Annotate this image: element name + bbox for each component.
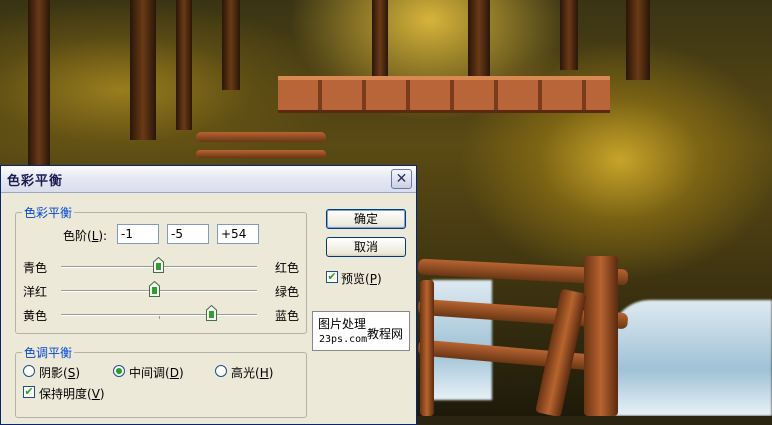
shadows-label[interactable]: 阴影(S) (39, 364, 80, 381)
tree-trunk (468, 0, 490, 80)
close-button[interactable]: ✕ (391, 169, 412, 189)
railing (196, 132, 326, 142)
tone-balance-group: 色调平衡 (15, 344, 307, 418)
tree-trunk (560, 0, 578, 70)
slider-magenta-label: 洋红 (23, 285, 48, 299)
preserve-luminosity-text: 保持明度 (39, 387, 88, 401)
dialog-titlebar[interactable]: 色彩平衡 ✕ (1, 166, 416, 193)
tree-trunk (176, 0, 192, 130)
preview-checkbox[interactable]: ✔ (326, 271, 338, 283)
watermark-line1: 图片处理 (318, 317, 367, 331)
waterfall (432, 280, 492, 400)
levels-label-text: 色阶( (63, 229, 92, 243)
waterfall (610, 300, 772, 416)
yellow-blue-slider-track[interactable] (61, 314, 257, 319)
close-icon: ✕ (395, 171, 408, 187)
cancel-button[interactable]: 取消 (326, 237, 406, 257)
magenta-green-slider-thumb[interactable] (148, 281, 160, 297)
dialog-title: 色彩平衡 (7, 173, 64, 189)
slider-center-tick (159, 316, 160, 319)
slider-red-label: 红色 (275, 261, 300, 275)
ok-button[interactable]: 确定 (326, 209, 406, 229)
color-balance-legend: 色彩平衡 (24, 206, 73, 220)
midtones-label[interactable]: 中间调(D) (129, 364, 184, 381)
midtones-text: 中间调 (129, 366, 166, 380)
railing-post (420, 280, 434, 416)
shadows-radio[interactable] (23, 365, 35, 377)
levels-label-suffix: ): (98, 229, 108, 243)
preserve-luminosity-label[interactable]: 保持明度(V) (39, 385, 105, 402)
watermark-line2: 教程网 (367, 327, 404, 341)
preserve-luminosity-checkbox[interactable]: ✔ (23, 386, 35, 398)
slider-yellow-label: 黄色 (23, 309, 48, 323)
highlights-label[interactable]: 高光(H) (231, 364, 273, 381)
midtones-accesskey: D (169, 366, 179, 380)
site-watermark: 图片处理 教程网 23ps.com (312, 311, 410, 351)
preview-text: 预览 (341, 272, 366, 286)
tree-trunk (222, 0, 240, 90)
tree-trunk (130, 0, 156, 140)
highlights-text: 高光 (231, 366, 256, 380)
shadows-text: 阴影 (39, 366, 64, 380)
railing (196, 150, 326, 158)
level-yellow-blue-input[interactable]: +54 (217, 224, 259, 244)
level-cyan-red-input[interactable]: -1 (117, 224, 159, 244)
midtones-radio[interactable] (113, 365, 125, 377)
railing-post (584, 256, 618, 416)
tree-trunk (626, 0, 650, 80)
level-magenta-green-input[interactable]: -5 (167, 224, 209, 244)
wooden-bridge (278, 76, 610, 113)
preserve-luminosity-accesskey: V (91, 387, 100, 401)
tree-trunk (28, 0, 50, 170)
preview-label[interactable]: 预览(P) (341, 270, 382, 287)
highlights-radio[interactable] (215, 365, 227, 377)
levels-label: 色阶(L): (63, 227, 107, 244)
color-balance-dialog: 色彩平衡 ✕ 色彩平衡 色阶(L): -1 -5 +54 青色 红色 洋红 绿色… (0, 165, 417, 425)
cyan-red-slider-thumb[interactable] (152, 257, 164, 273)
watermark-line3: 23ps.com (319, 334, 368, 345)
tone-balance-legend: 色调平衡 (24, 346, 73, 360)
yellow-blue-slider-thumb[interactable] (206, 305, 218, 321)
slider-green-label: 绿色 (275, 285, 300, 299)
shadows-accesskey: S (67, 366, 76, 380)
slider-cyan-label: 青色 (23, 261, 48, 275)
slider-blue-label: 蓝色 (275, 309, 300, 323)
highlights-accesskey: H (259, 366, 269, 380)
preview-accesskey: P (369, 272, 377, 286)
